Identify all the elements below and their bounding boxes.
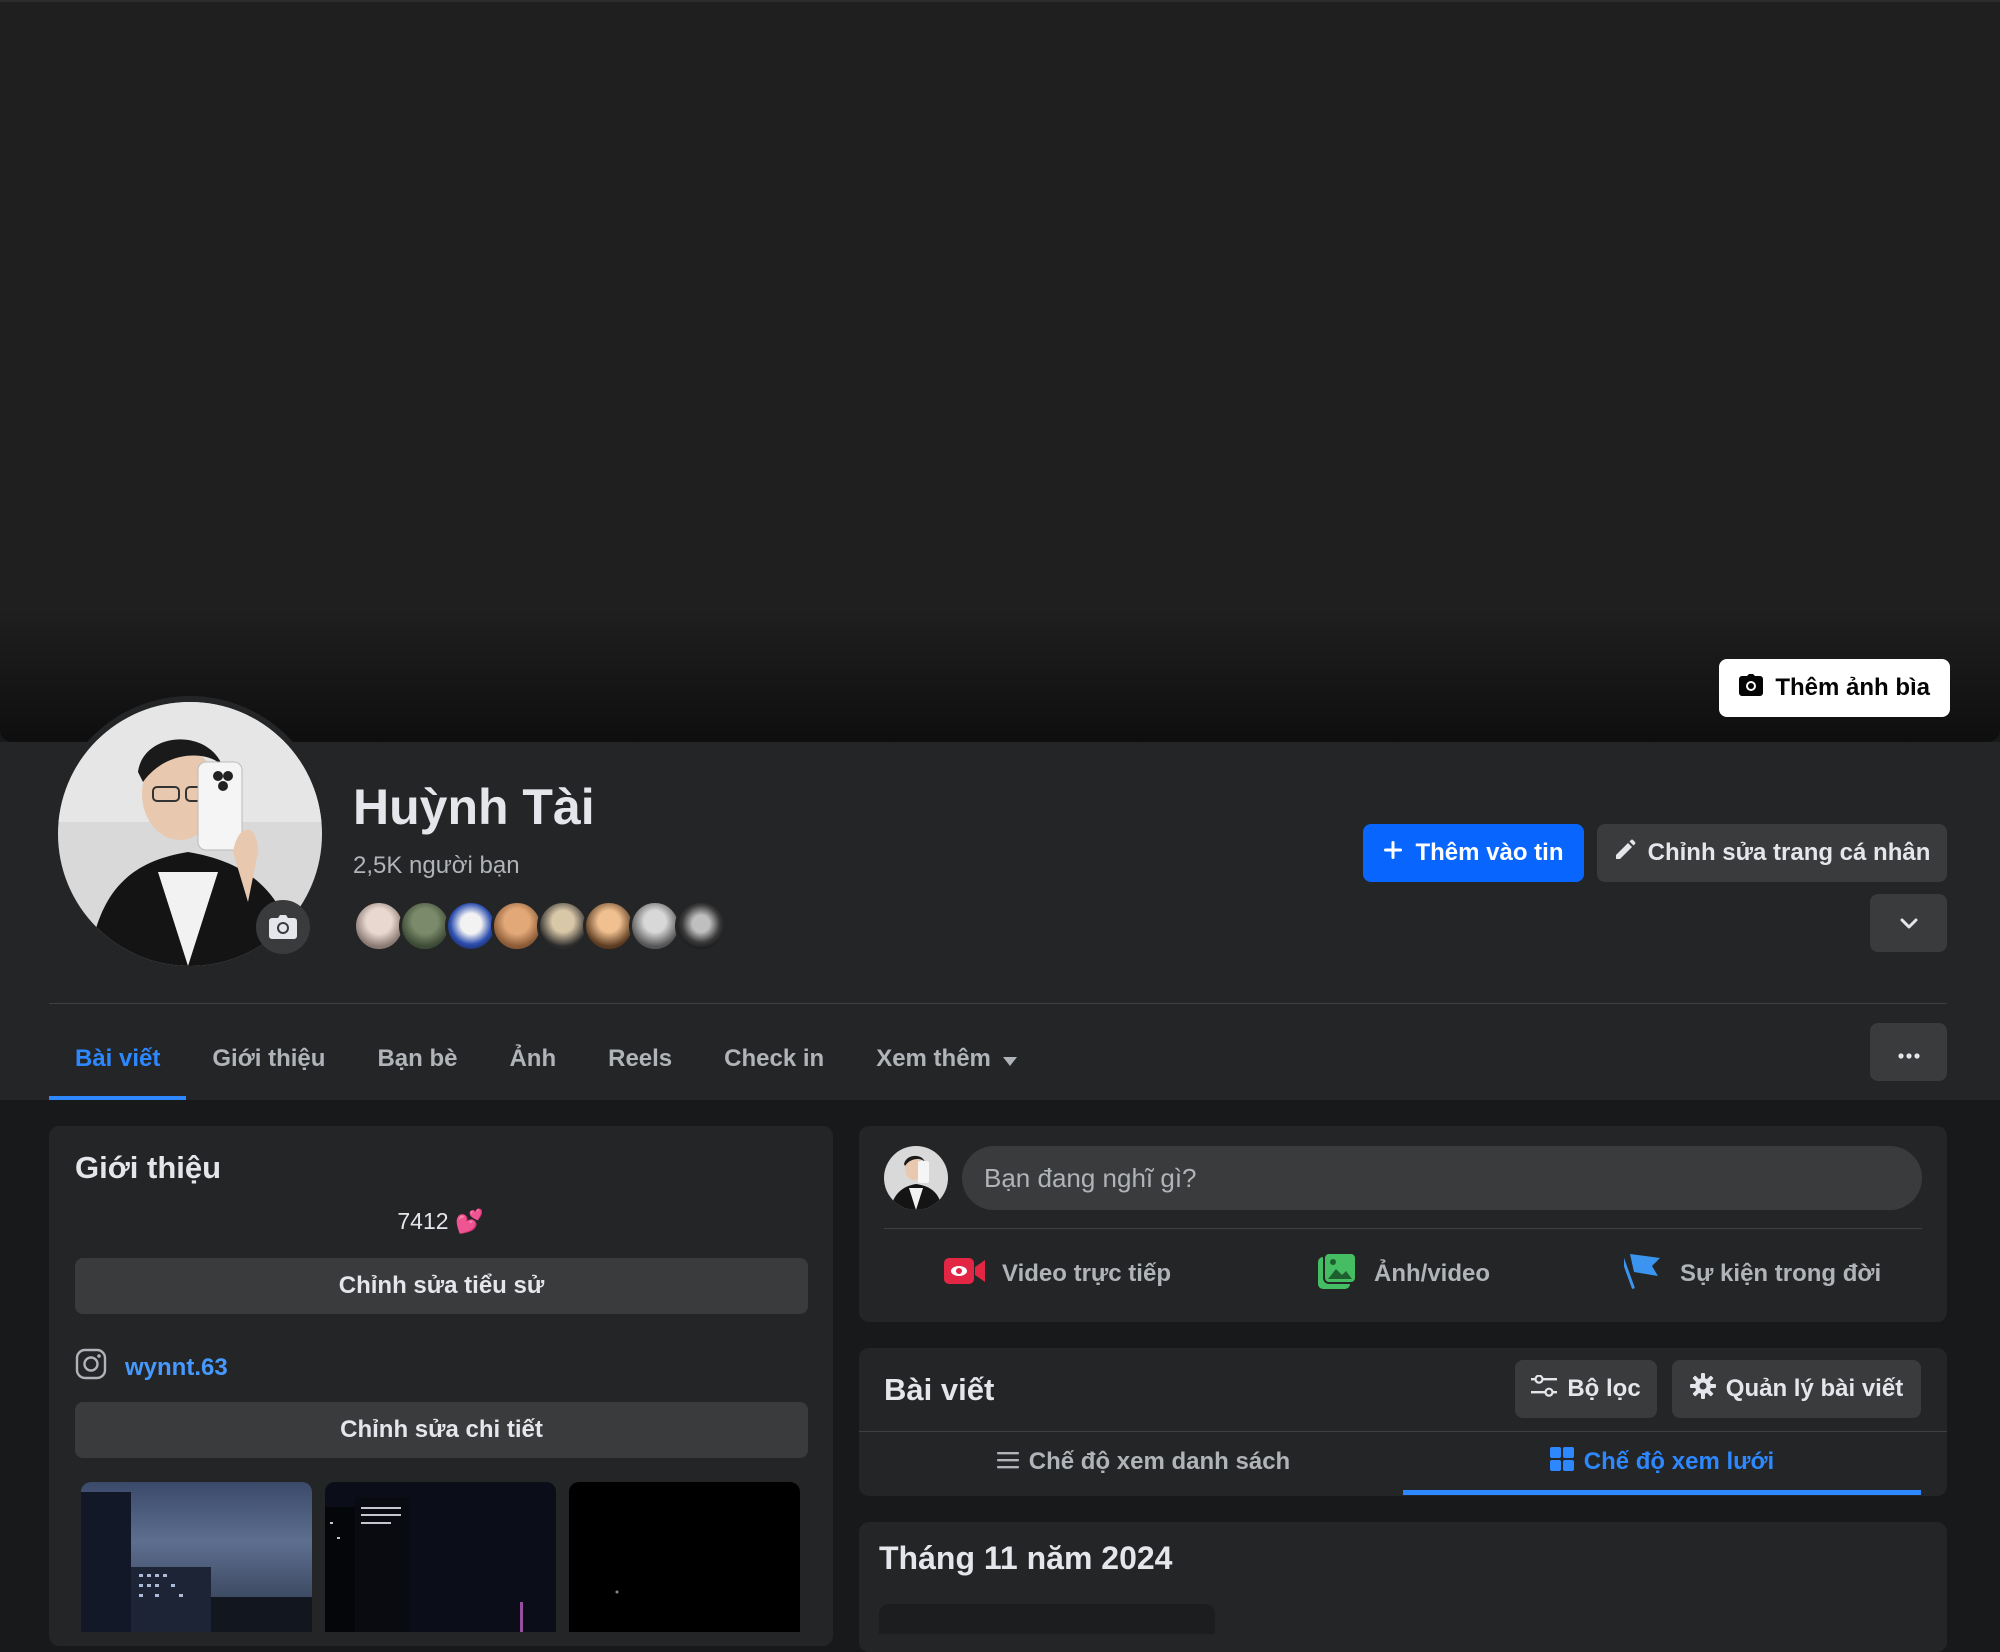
posts-title: Bài viết: [884, 1372, 995, 1407]
edit-profile-label: Chỉnh sửa trang cá nhân: [1647, 839, 1931, 866]
grid-icon: [1549, 1446, 1574, 1478]
profile-name: Huỳnh Tài: [353, 779, 595, 835]
intro-title: Giới thiệu: [75, 1150, 222, 1185]
friend-avatar[interactable]: [629, 900, 681, 952]
tab-more-label: Xem thêm: [876, 1045, 991, 1072]
more-horizontal-icon: [1897, 1038, 1920, 1066]
instagram-link-row: wynnt.63: [75, 1348, 228, 1387]
list-icon: [996, 1448, 1019, 1476]
friend-avatar[interactable]: [399, 900, 451, 952]
tab-friends[interactable]: Bạn bè: [351, 1018, 483, 1100]
plus-icon: [1383, 839, 1403, 867]
friend-avatar[interactable]: [675, 900, 727, 952]
edit-details-button[interactable]: Chỉnh sửa chi tiết: [75, 1402, 808, 1458]
instagram-handle-link[interactable]: wynnt.63: [125, 1354, 228, 1382]
flag-icon: [1620, 1252, 1664, 1297]
add-cover-photo-button[interactable]: Thêm ảnh bìa: [1719, 659, 1950, 717]
add-to-story-label: Thêm vào tin: [1415, 839, 1564, 866]
live-video-button[interactable]: Video trực tiếp: [944, 1250, 1171, 1298]
profile-tabs: Bài viết Giới thiệu Bạn bè Ảnh Reels Che…: [49, 1018, 1043, 1100]
live-video-icon: [944, 1256, 986, 1293]
manage-posts-label: Quản lý bài viết: [1725, 1375, 1904, 1402]
month-heading: Tháng 11 năm 2024: [879, 1540, 1173, 1576]
composer-avatar[interactable]: [884, 1146, 948, 1210]
friend-avatar[interactable]: [537, 900, 589, 952]
friend-avatar[interactable]: [583, 900, 635, 952]
tab-reels[interactable]: Reels: [582, 1018, 698, 1100]
update-avatar-camera-icon[interactable]: [256, 900, 310, 954]
photo-video-label: Ảnh/video: [1374, 1260, 1491, 1287]
manage-posts-button[interactable]: Quản lý bài viết: [1672, 1360, 1921, 1418]
add-cover-photo-label: Thêm ảnh bìa: [1775, 674, 1930, 701]
tab-photos[interactable]: Ảnh: [483, 1018, 582, 1100]
featured-photo[interactable]: [81, 1482, 312, 1632]
chevron-down-icon: [1900, 909, 1918, 937]
instagram-icon: [75, 1348, 107, 1387]
list-view-label: Chế độ xem danh sách: [1028, 1448, 1291, 1475]
list-view-tab[interactable]: Chế độ xem danh sách: [884, 1432, 1403, 1492]
edit-bio-button[interactable]: Chỉnh sửa tiểu sử: [75, 1258, 808, 1314]
grid-view-active-indicator: [1403, 1490, 1921, 1495]
friend-avatar[interactable]: [445, 900, 497, 952]
add-to-story-button[interactable]: Thêm vào tin: [1363, 824, 1584, 882]
profile-more-button[interactable]: [1870, 1023, 1947, 1081]
filter-label: Bộ lọc: [1567, 1375, 1641, 1402]
gear-icon: [1689, 1372, 1716, 1406]
grid-view-label: Chế độ xem lưới: [1583, 1448, 1775, 1475]
tab-more[interactable]: Xem thêm: [850, 1018, 1043, 1100]
pencil-icon: [1614, 839, 1636, 868]
caret-down-icon: [1002, 1045, 1017, 1073]
life-event-button[interactable]: Sự kiện trong đời: [1620, 1250, 1882, 1298]
filter-button[interactable]: Bộ lọc: [1515, 1360, 1657, 1418]
profile-avatar-frame: [52, 696, 328, 972]
life-event-label: Sự kiện trong đời: [1680, 1260, 1882, 1287]
composer-input[interactable]: Bạn đang nghĩ gì?: [962, 1146, 1922, 1210]
grid-view-tab[interactable]: Chế độ xem lưới: [1403, 1432, 1921, 1492]
friend-avatar[interactable]: [491, 900, 543, 952]
tab-about[interactable]: Giới thiệu: [186, 1018, 351, 1100]
photo-video-button[interactable]: Ảnh/video: [1318, 1250, 1490, 1298]
live-video-label: Video trực tiếp: [1002, 1260, 1171, 1287]
tab-posts[interactable]: Bài viết: [49, 1018, 187, 1100]
filter-icon: [1531, 1374, 1558, 1404]
more-options-dropdown-button[interactable]: [1870, 894, 1947, 952]
friend-avatar[interactable]: [353, 900, 405, 952]
composer-separator: [884, 1228, 1922, 1229]
grid-post-thumbnail[interactable]: [879, 1604, 1215, 1634]
intro-bio: 7412 💕: [397, 1208, 484, 1234]
cover-photo: [0, 0, 2000, 742]
photo-video-icon: [1318, 1251, 1358, 1296]
friend-avatars-row: [353, 900, 727, 952]
camera-icon: [1739, 673, 1764, 703]
edit-profile-button[interactable]: Chỉnh sửa trang cá nhân: [1597, 824, 1947, 882]
tab-check-in[interactable]: Check in: [698, 1018, 850, 1100]
header-divider: [49, 1003, 1947, 1004]
featured-photo[interactable]: [569, 1482, 800, 1632]
featured-photo[interactable]: [325, 1482, 556, 1632]
friends-count[interactable]: 2,5K người bạn: [353, 852, 520, 880]
